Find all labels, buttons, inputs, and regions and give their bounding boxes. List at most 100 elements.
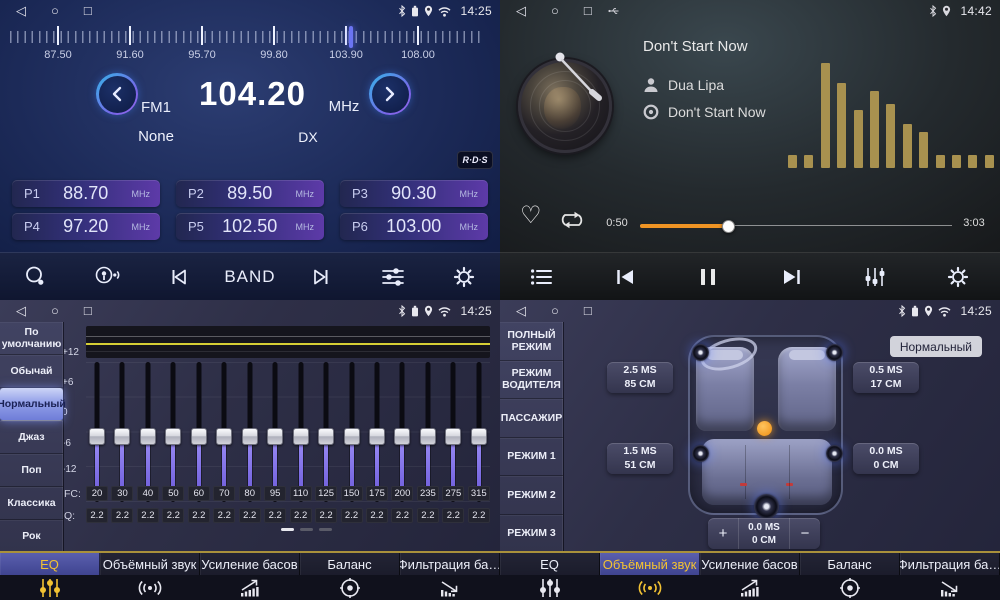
eq-band-slider[interactable] bbox=[341, 362, 363, 502]
radio-preset-button[interactable]: P6 103.00 MHz bbox=[340, 213, 488, 240]
nav-back-icon[interactable]: ◁ bbox=[516, 0, 526, 22]
search-stations-button[interactable] bbox=[8, 265, 64, 289]
radio-preset-button[interactable]: P3 90.30 MHz bbox=[340, 180, 488, 207]
tune-up-button[interactable] bbox=[369, 73, 411, 115]
band-button[interactable]: BAND bbox=[222, 267, 278, 287]
tab-balance[interactable]: Баланс bbox=[300, 553, 400, 600]
nav-home-icon[interactable]: ○ bbox=[551, 300, 559, 322]
listening-mode-item[interactable]: ПОЛНЫЙ РЕЖИМ bbox=[500, 322, 563, 361]
radio-preset-button[interactable]: P1 88.70 MHz bbox=[12, 180, 160, 207]
nav-recents-icon[interactable]: □ bbox=[584, 0, 592, 22]
slider-knob[interactable] bbox=[114, 428, 130, 445]
tab-filter[interactable]: Фильтрация ба… bbox=[900, 553, 1000, 600]
eq-preset-item[interactable]: Нормальный bbox=[0, 388, 63, 421]
listening-mode-item[interactable]: ПАССАЖИР bbox=[500, 399, 563, 438]
eq-preset-item[interactable]: По умолчанию bbox=[0, 322, 63, 355]
slider-knob[interactable] bbox=[445, 428, 461, 445]
nav-recents-icon[interactable]: □ bbox=[84, 0, 92, 22]
front-left-delay-button[interactable]: 2.5 MS 85 CM bbox=[607, 362, 673, 393]
slider-knob[interactable] bbox=[369, 428, 385, 445]
rear-right-delay-button[interactable]: 0.0 MS 0 CM bbox=[853, 443, 919, 474]
equalizer-button[interactable] bbox=[847, 266, 903, 288]
eq-band-slider[interactable] bbox=[86, 362, 108, 502]
eq-preset-item[interactable]: Джаз bbox=[0, 421, 63, 454]
tab-bass-boost[interactable]: Усиление басов bbox=[200, 553, 300, 600]
preset-scan-button[interactable] bbox=[79, 266, 135, 288]
eq-band-slider[interactable] bbox=[468, 362, 490, 502]
rear-left-speaker-icon[interactable] bbox=[692, 445, 709, 462]
eq-band-slider[interactable] bbox=[290, 362, 312, 502]
listening-mode-item[interactable]: РЕЖИМ 3 bbox=[500, 515, 563, 554]
radio-preset-button[interactable]: P5 102.50 MHz bbox=[176, 213, 324, 240]
radio-preset-button[interactable]: P4 97.20 MHz bbox=[12, 213, 160, 240]
listening-position-dot[interactable] bbox=[757, 421, 772, 436]
tab-eq[interactable]: EQ bbox=[0, 553, 100, 600]
front-left-speaker-icon[interactable] bbox=[692, 344, 709, 361]
slider-knob[interactable] bbox=[471, 428, 487, 445]
nav-recents-icon[interactable]: □ bbox=[584, 300, 592, 322]
listening-mode-item[interactable]: РЕЖИМ ВОДИТЕЛЯ bbox=[500, 361, 563, 400]
eq-band-slider[interactable] bbox=[442, 362, 464, 502]
eq-band-slider[interactable] bbox=[137, 362, 159, 502]
eq-band-slider[interactable] bbox=[417, 362, 439, 502]
progress-knob[interactable] bbox=[722, 220, 735, 233]
slider-knob[interactable] bbox=[293, 428, 309, 445]
tab-filter[interactable]: Фильтрация ба… bbox=[400, 553, 500, 600]
nav-recents-icon[interactable]: □ bbox=[84, 300, 92, 322]
eq-preset-item[interactable]: Обычай bbox=[0, 355, 63, 388]
front-right-speaker-icon[interactable] bbox=[826, 344, 843, 361]
slider-knob[interactable] bbox=[89, 428, 105, 445]
listening-mode-item[interactable]: РЕЖИМ 1 bbox=[500, 438, 563, 477]
eq-preset-item[interactable]: Поп bbox=[0, 454, 63, 487]
tab-surround-sound[interactable]: Объёмный звук bbox=[600, 553, 700, 600]
slider-knob[interactable] bbox=[318, 428, 334, 445]
subwoofer-icon[interactable] bbox=[754, 494, 779, 519]
slider-knob[interactable] bbox=[191, 428, 207, 445]
tab-surround-sound[interactable]: Объёмный звук bbox=[100, 553, 200, 600]
progress-bar[interactable] bbox=[640, 223, 952, 228]
nav-home-icon[interactable]: ○ bbox=[51, 0, 59, 22]
rear-left-delay-button[interactable]: 1.5 MS 51 CM bbox=[607, 443, 673, 474]
slider-knob[interactable] bbox=[394, 428, 410, 445]
slider-knob[interactable] bbox=[242, 428, 258, 445]
tab-bass-boost[interactable]: Усиление басов bbox=[700, 553, 800, 600]
frequency-scale[interactable]: 87.50 91.60 95.70 99.80 bbox=[22, 26, 454, 68]
next-button[interactable] bbox=[764, 268, 820, 286]
eq-band-slider[interactable] bbox=[111, 362, 133, 502]
eq-preset-item[interactable]: Рок bbox=[0, 520, 63, 553]
slider-knob[interactable] bbox=[165, 428, 181, 445]
nav-back-icon[interactable]: ◁ bbox=[516, 300, 526, 322]
favorite-button[interactable]: ♡ bbox=[520, 204, 542, 228]
eq-band-slider[interactable] bbox=[188, 362, 210, 502]
rear-right-speaker-icon[interactable] bbox=[826, 445, 843, 462]
eq-preset-item[interactable]: Классика bbox=[0, 487, 63, 520]
nav-back-icon[interactable]: ◁ bbox=[16, 0, 26, 22]
tab-eq[interactable]: EQ bbox=[500, 553, 600, 600]
slider-knob[interactable] bbox=[420, 428, 436, 445]
radio-preset-button[interactable]: P2 89.50 MHz bbox=[176, 180, 324, 207]
listening-mode-item[interactable]: РЕЖИМ 2 bbox=[500, 476, 563, 515]
front-right-delay-button[interactable]: 0.5 MS 17 CM bbox=[853, 362, 919, 393]
increase-delay-button[interactable]: + bbox=[708, 518, 738, 549]
nav-back-icon[interactable]: ◁ bbox=[16, 300, 26, 322]
slider-knob[interactable] bbox=[267, 428, 283, 445]
eq-band-slider[interactable] bbox=[162, 362, 184, 502]
eq-band-slider[interactable] bbox=[391, 362, 413, 502]
playlist-button[interactable] bbox=[514, 268, 570, 286]
eq-band-slider[interactable] bbox=[315, 362, 337, 502]
previous-button[interactable] bbox=[597, 268, 653, 286]
audio-settings-button[interactable] bbox=[365, 266, 421, 288]
decrease-delay-button[interactable]: − bbox=[790, 518, 820, 549]
settings-button[interactable] bbox=[930, 265, 986, 289]
surround-preset-badge[interactable]: Нормальный bbox=[890, 336, 982, 357]
eq-band-slider[interactable] bbox=[239, 362, 261, 502]
nav-home-icon[interactable]: ○ bbox=[551, 0, 559, 22]
slider-knob[interactable] bbox=[344, 428, 360, 445]
slider-knob[interactable] bbox=[140, 428, 156, 445]
eq-band-slider[interactable] bbox=[213, 362, 235, 502]
slider-knob[interactable] bbox=[216, 428, 232, 445]
pause-button[interactable] bbox=[680, 269, 736, 285]
eq-band-slider[interactable] bbox=[366, 362, 388, 502]
repeat-button[interactable] bbox=[558, 210, 586, 235]
eq-band-slider[interactable] bbox=[264, 362, 286, 502]
